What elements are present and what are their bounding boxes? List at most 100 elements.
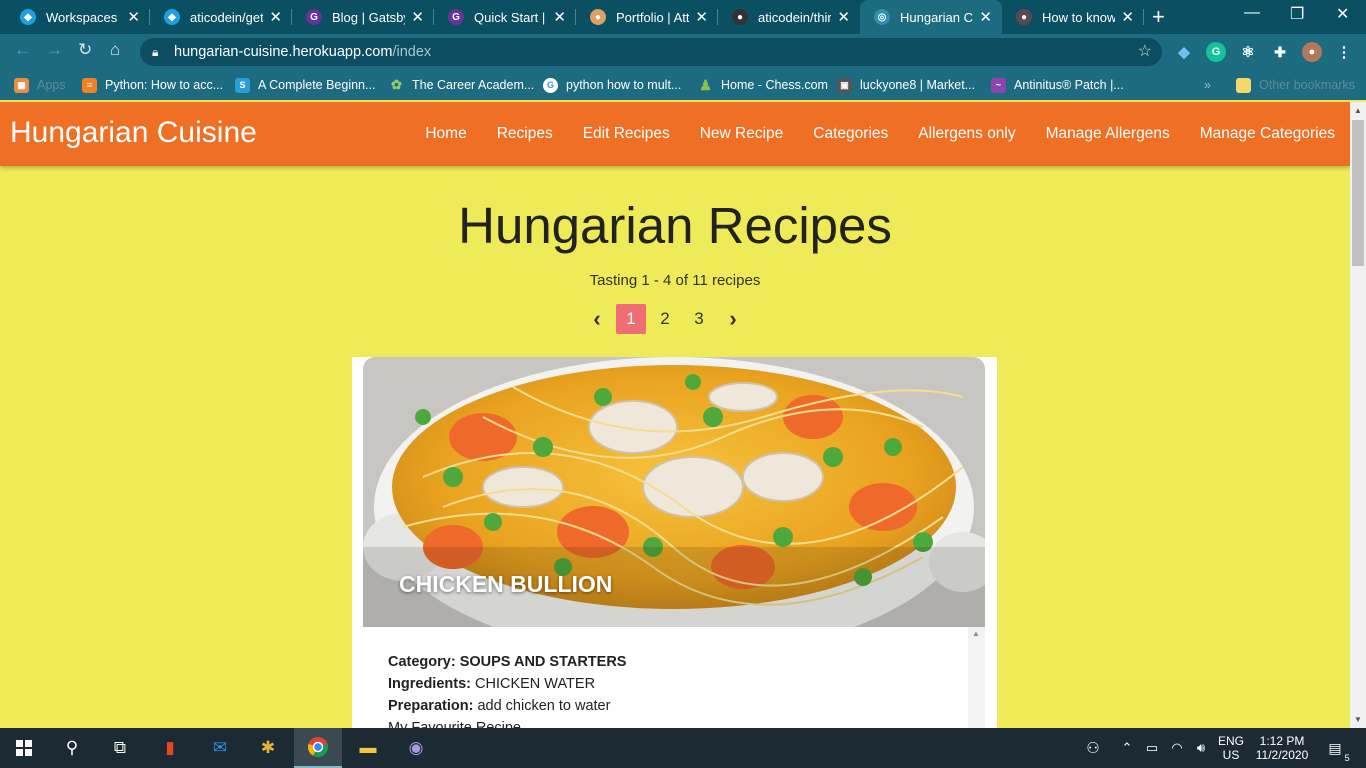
search-icon[interactable]: ⚲: [48, 728, 96, 768]
browser-tab[interactable]: ◆ aticodein/gets ✕: [150, 0, 292, 34]
bookmark-item[interactable]: G python how to mult...: [543, 70, 681, 100]
page-link[interactable]: 2: [650, 304, 680, 334]
mail-icon[interactable]: ✉: [196, 728, 244, 768]
results-summary: Tasting 1 - 4 of 11 recipes: [589, 272, 761, 289]
react-devtools-icon[interactable]: ⚛: [1238, 42, 1258, 62]
nav-manage-categories[interactable]: Manage Categories: [1185, 102, 1350, 166]
extension-cube-icon[interactable]: ◆: [1174, 42, 1194, 62]
browser-tab-active[interactable]: ◎ Hungarian Cui ✕: [860, 0, 1002, 34]
extensions-puzzle-icon[interactable]: ✚: [1270, 42, 1290, 62]
browser-tab[interactable]: ● aticodein/third ✕: [718, 0, 860, 34]
nav-categories[interactable]: Categories: [798, 102, 903, 166]
google-icon: G: [543, 77, 558, 93]
bookmark-label: A Complete Beginn...: [258, 78, 376, 92]
bookmark-item[interactable]: ✿ The Career Academ...: [389, 70, 534, 100]
home-icon[interactable]: ⌂: [110, 40, 120, 60]
bookmark-item[interactable]: ~ Antinitus® Patch |...: [991, 70, 1124, 100]
bookmarks-overflow-icon[interactable]: »: [1204, 70, 1211, 100]
bookmark-label: The Career Academ...: [412, 78, 535, 92]
nav-manage-allergens[interactable]: Manage Allergens: [1031, 102, 1185, 166]
browser-tab[interactable]: G Blog | Gatsby.J ✕: [292, 0, 434, 34]
close-icon[interactable]: ✕: [553, 8, 566, 26]
nav-new-recipe[interactable]: New Recipe: [685, 102, 799, 166]
chevron-up-icon[interactable]: ⌃: [1118, 728, 1136, 768]
page-scrollbar[interactable]: ▲ ▼: [1350, 102, 1366, 728]
bookmark-item[interactable]: ≡ Python: How to acc...: [82, 70, 223, 100]
chevron-left-icon[interactable]: ‹: [582, 304, 612, 334]
site-brand[interactable]: Hungarian Cuisine: [10, 116, 257, 150]
tab-title: Hungarian Cui: [900, 9, 973, 25]
close-icon[interactable]: ✕: [269, 8, 282, 26]
browser-toolbar: ← → ↻ ⌂ 🔒︎ hungarian-cuisine.herokuapp.c…: [0, 34, 1366, 70]
scroll-up-icon[interactable]: ▲: [972, 629, 980, 638]
address-bar[interactable]: 🔒︎ hungarian-cuisine.herokuapp.com/index…: [140, 38, 1162, 66]
menu-dots-icon[interactable]: ⋮: [1334, 42, 1354, 62]
bookmark-item[interactable]: S A Complete Beginn...: [235, 70, 375, 100]
nav-edit-recipes[interactable]: Edit Recipes: [568, 102, 685, 166]
browser-tab[interactable]: ● Portfolio | Attil ✕: [576, 0, 718, 34]
clock[interactable]: 1:12 PM 11/2/2020: [1250, 728, 1314, 768]
wifi-icon[interactable]: ◠: [1166, 728, 1188, 768]
volume-icon[interactable]: 🔊︎: [1190, 728, 1212, 768]
people-icon[interactable]: ⚇: [1082, 728, 1104, 768]
file-explorer-icon[interactable]: ▬: [344, 728, 392, 768]
site-navbar: Hungarian Cuisine Home Recipes Edit Reci…: [0, 102, 1350, 166]
slack-icon[interactable]: ✱: [244, 728, 292, 768]
bookmark-star-icon[interactable]: ☆: [1138, 38, 1152, 66]
card-scrollbar[interactable]: ▲: [968, 627, 985, 728]
tor-browser-icon[interactable]: ◉: [392, 728, 440, 768]
language-indicator[interactable]: ENG US: [1214, 728, 1248, 768]
battery-icon[interactable]: ▭: [1142, 728, 1162, 768]
tab-title: Quick Start | G: [474, 9, 547, 25]
close-icon[interactable]: ✕: [1121, 8, 1134, 26]
restore-icon[interactable]: ❐: [1290, 4, 1304, 24]
grammarly-icon[interactable]: G: [1206, 42, 1226, 62]
reload-icon[interactable]: ↻: [78, 40, 92, 60]
minimize-icon[interactable]: —: [1244, 4, 1260, 22]
page-title: Hungarian Recipes: [458, 197, 892, 254]
forward-icon[interactable]: →: [46, 40, 63, 60]
bookmark-label: Python: How to acc...: [105, 78, 224, 92]
other-bookmarks[interactable]: Other bookmarks: [1236, 70, 1355, 100]
office-icon[interactable]: ▮: [146, 728, 194, 768]
stackoverflow-icon: ≡: [82, 77, 97, 93]
new-tab-icon[interactable]: +: [1152, 4, 1165, 30]
recipe-card: CHICKEN BULLION Category: SOUPS AND STAR…: [352, 357, 997, 736]
browser-tab[interactable]: G Quick Start | G ✕: [434, 0, 576, 34]
profile-avatar-icon[interactable]: ●: [1302, 42, 1322, 62]
browser-tab[interactable]: ◆ Workspaces - C ✕: [6, 0, 150, 34]
back-icon[interactable]: ←: [14, 40, 31, 60]
nav-home[interactable]: Home: [410, 102, 481, 166]
chrome-icon[interactable]: [294, 728, 342, 768]
bookmarks-bar: ▦ Apps ≡ Python: How to acc... S A Compl…: [0, 70, 1366, 100]
close-icon[interactable]: ✕: [979, 8, 992, 26]
page-link[interactable]: 3: [684, 304, 714, 334]
windows-taskbar: ⚲ ⧉ ▮ ✉ ✱ ▬ ◉ ⚇ ⌃ ▭ ◠ 🔊︎ ENG US 1:12 PM …: [0, 728, 1366, 768]
close-icon[interactable]: ✕: [127, 8, 140, 26]
notifications-icon[interactable]: ▤ 5: [1320, 728, 1350, 768]
close-icon[interactable]: ✕: [411, 8, 424, 26]
task-view-icon[interactable]: ⧉: [96, 728, 144, 768]
close-icon[interactable]: ✕: [695, 8, 708, 26]
scroll-up-icon[interactable]: ▲: [1354, 106, 1362, 115]
url-host: hungarian-cuisine.herokuapp.com: [174, 44, 393, 60]
bookmark-apps[interactable]: ▦ Apps: [14, 70, 66, 100]
chevron-right-icon[interactable]: ›: [718, 304, 748, 334]
clock-time: 1:12 PM: [1259, 734, 1305, 748]
field-label: Ingredients:: [388, 676, 471, 692]
close-icon[interactable]: ✕: [837, 8, 850, 26]
notification-count: 5: [1344, 752, 1350, 763]
bookmark-item[interactable]: ▣ luckyone8 | Market...: [837, 70, 975, 100]
bookmark-item[interactable]: ♟ Home - Chess.com: [698, 70, 828, 100]
window-close-icon[interactable]: ✕: [1336, 4, 1349, 24]
windows-start-icon[interactable]: [0, 728, 48, 768]
nav-recipes[interactable]: Recipes: [482, 102, 568, 166]
preparation-value: add chicken to water: [477, 698, 611, 714]
leaf-icon: ✿: [391, 77, 402, 92]
page-link-current[interactable]: 1: [616, 304, 646, 334]
bookmark-label: Apps: [37, 78, 66, 92]
browser-tab[interactable]: ● How to know t ✕: [1002, 0, 1144, 34]
scrollbar-thumb[interactable]: [1352, 120, 1364, 266]
scroll-down-icon[interactable]: ▼: [1354, 715, 1362, 724]
nav-allergens-only[interactable]: Allergens only: [903, 102, 1030, 166]
